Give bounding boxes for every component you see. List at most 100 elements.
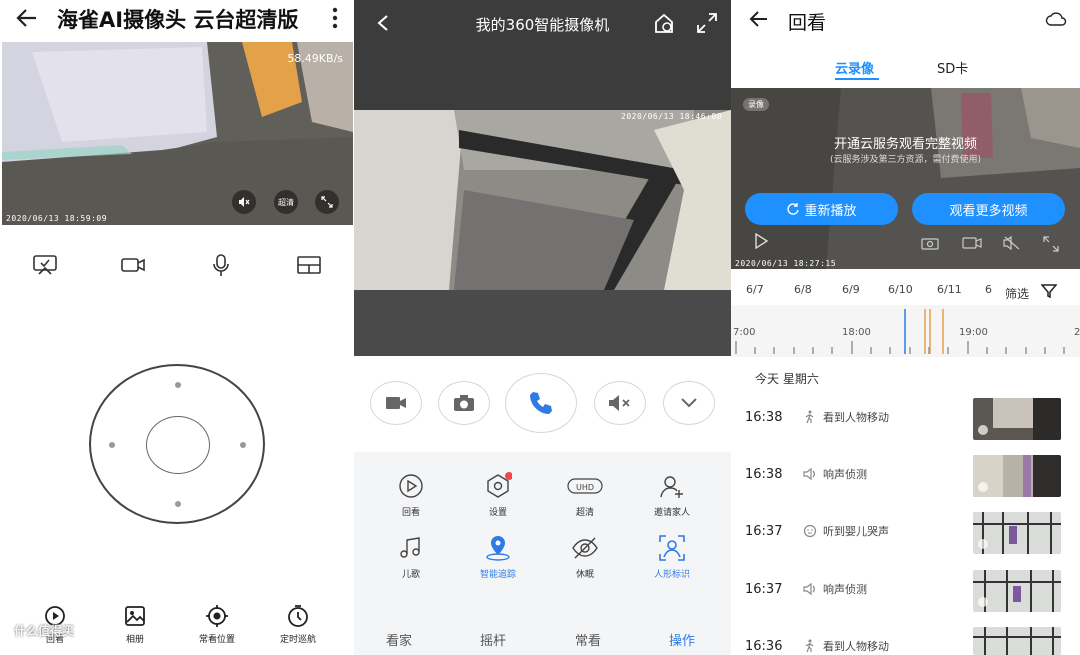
event-row[interactable]: 16:36 看到人物移动 xyxy=(731,619,1080,655)
more-videos-button[interactable]: 观看更多视频 xyxy=(912,193,1065,225)
event-row[interactable]: 16:37 响声侦测 xyxy=(731,562,1080,619)
grid-label: 回看 xyxy=(401,508,420,518)
video-scene xyxy=(354,110,731,290)
split-screen-icon[interactable] xyxy=(294,252,324,278)
person-walk-icon xyxy=(805,410,814,424)
cloud-icon[interactable] xyxy=(1045,12,1067,26)
event-label: 听到婴儿哭声 xyxy=(823,525,889,538)
event-row[interactable]: 16:38 响声侦测 xyxy=(731,447,1080,504)
page-title: 回看 xyxy=(788,12,827,34)
grid-sleep[interactable]: 休眠 xyxy=(555,534,615,580)
smart-track-icon xyxy=(486,536,510,561)
page-title: 海雀AI摄像头 云台超清版 xyxy=(57,8,299,32)
tab-cloud-recording[interactable]: 云录像 xyxy=(835,58,874,77)
event-row[interactable]: 16:37 听到婴儿哭声 xyxy=(731,504,1080,561)
function-grid: 回看 设置 UHD 超清 邀请家人 儿歌 智能追踪 休眠 人形标识 xyxy=(354,452,731,620)
ptz-right[interactable] xyxy=(240,442,246,448)
thumbnail-image xyxy=(973,627,1061,655)
microphone-icon[interactable] xyxy=(206,252,236,278)
timeline[interactable]: 7:00 18:00 19:00 2 xyxy=(731,305,1080,357)
filter-label[interactable]: 筛选 xyxy=(1005,285,1029,302)
date-item[interactable]: 6/7 xyxy=(746,283,764,296)
ptz-left[interactable] xyxy=(109,442,115,448)
back-arrow-icon[interactable] xyxy=(749,10,769,28)
record-video-icon[interactable] xyxy=(118,252,148,278)
grid-human-detect[interactable]: 人形标识 xyxy=(642,534,702,580)
date-item[interactable]: 6/9 xyxy=(842,283,860,296)
ptz-down[interactable] xyxy=(175,501,181,507)
refresh-icon xyxy=(787,203,800,215)
live-video[interactable]: 2020/06/13 18:46:00 xyxy=(354,110,731,290)
nav-label: 常看位置 xyxy=(198,635,235,645)
thumbnail-image xyxy=(973,570,1061,612)
quality-button[interactable]: 超清 xyxy=(274,190,298,214)
event-thumbnail[interactable] xyxy=(973,512,1061,554)
event-label: 看到人物移动 xyxy=(823,411,889,424)
ptz-center[interactable] xyxy=(146,416,210,474)
record-button[interactable] xyxy=(370,381,422,425)
grid-smart-track[interactable]: 智能追踪 xyxy=(468,534,528,580)
speaker-mute-icon[interactable] xyxy=(1003,236,1021,250)
event-thumbnail[interactable] xyxy=(973,398,1061,440)
playback-video[interactable]: 录像 开通云服务观看完整视频 (云服务涉及第三方资源，需付费使用) 重新播放 观… xyxy=(731,88,1080,269)
recording-badge: 录像 xyxy=(743,98,769,111)
event-time: 16:36 xyxy=(745,639,783,654)
grid-uhd[interactable]: UHD 超清 xyxy=(555,472,615,518)
expand-button[interactable] xyxy=(663,381,715,425)
grid-settings[interactable]: 设置 xyxy=(468,472,528,518)
call-button[interactable] xyxy=(505,373,577,433)
fullscreen-button[interactable] xyxy=(315,190,339,214)
grid-music[interactable]: 儿歌 xyxy=(381,534,441,580)
tab-operate[interactable]: 操作 xyxy=(669,630,695,649)
screenshot-icon[interactable] xyxy=(30,252,60,278)
camera-icon[interactable] xyxy=(921,236,939,250)
uhd-icon-text: UHD xyxy=(576,483,594,492)
timestamp: 2020/06/13 18:59:09 xyxy=(6,214,108,223)
bottom-tabs: 看家 摇杆 常看 操作 xyxy=(354,620,731,655)
sound-icon xyxy=(803,582,815,596)
nav-album[interactable]: 相册 xyxy=(105,604,165,645)
snapshot-button[interactable] xyxy=(438,381,490,425)
date-item[interactable]: 6/10 xyxy=(888,283,913,296)
video-camera-icon[interactable] xyxy=(962,236,982,250)
date-item[interactable]: 6/8 xyxy=(794,283,812,296)
event-thumbnail[interactable] xyxy=(973,455,1061,497)
event-thumbnail[interactable] xyxy=(973,570,1061,612)
live-video[interactable]: 58.49KB/s 超清 2020/06/13 18:59:09 xyxy=(2,42,353,225)
cloud-home-icon[interactable] xyxy=(652,12,676,34)
more-vertical-icon[interactable] xyxy=(330,6,340,30)
speaker-button[interactable] xyxy=(594,381,646,425)
music-icon xyxy=(400,537,420,558)
date-item[interactable]: 6 xyxy=(985,283,992,296)
filter-icon[interactable] xyxy=(1041,284,1057,298)
tab-joystick[interactable]: 摇杆 xyxy=(480,630,506,649)
sound-icon xyxy=(803,467,815,481)
event-row[interactable]: 16:38 看到人物移动 xyxy=(731,390,1080,447)
video-letterbox xyxy=(354,290,731,356)
fullscreen-icon[interactable] xyxy=(696,12,718,34)
back-arrow-icon[interactable] xyxy=(16,8,38,28)
date-item[interactable]: 6/11 xyxy=(937,283,962,296)
invite-family-icon xyxy=(660,476,683,498)
tab-sd-card[interactable]: SD卡 xyxy=(937,58,968,77)
nav-preset-location[interactable]: 常看位置 xyxy=(187,604,247,645)
speaker-mute-icon xyxy=(239,197,250,207)
mute-button[interactable] xyxy=(232,190,256,214)
replay-button[interactable]: 重新播放 xyxy=(745,193,898,225)
grid-label: 邀请家人 xyxy=(653,508,690,518)
tab-preset[interactable]: 常看 xyxy=(575,630,601,649)
expand-icon[interactable] xyxy=(1043,236,1059,252)
sleep-eye-icon xyxy=(572,537,598,559)
tab-home-guard[interactable]: 看家 xyxy=(386,630,412,649)
play-icon[interactable] xyxy=(753,233,769,249)
ptz-joystick[interactable] xyxy=(89,364,265,524)
event-thumbnail[interactable] xyxy=(973,627,1061,655)
nav-timed-cruise[interactable]: 定时巡航 xyxy=(268,604,328,645)
ptz-up[interactable] xyxy=(175,382,181,388)
grid-label: 休眠 xyxy=(575,570,594,580)
grid-invite-family[interactable]: 邀请家人 xyxy=(642,472,702,518)
panel-haique-camera: 海雀AI摄像头 云台超清版 58.49KB/s 超清 2020/06/13 18… xyxy=(0,0,354,655)
grid-label: 设置 xyxy=(488,508,507,518)
event-time: 16:38 xyxy=(745,467,783,482)
grid-replay[interactable]: 回看 xyxy=(381,472,441,518)
